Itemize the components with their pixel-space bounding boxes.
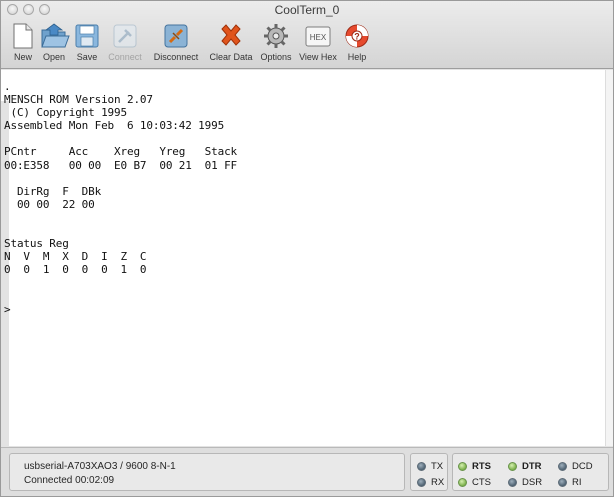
svg-text:HEX: HEX [310,33,327,42]
data-indicators: TX RX [410,453,448,491]
toolbar: New Open Save Connect Disconnect Clear D… [10,22,375,68]
rx-label: RX [431,476,445,488]
connect-button[interactable]: Connect [105,22,145,63]
gear-icon [262,22,290,50]
cts-led-icon [458,477,467,487]
cts-label: CTS [472,476,491,488]
terminal-scrollbar[interactable] [605,70,613,446]
terminal-line: Status Reg [4,237,69,251]
port-settings-text: usbserial-A703XAO3 / 9600 8-N-1 [24,461,176,472]
terminal-line: . [4,80,11,93]
options-button[interactable]: Options [258,22,294,63]
connection-timer-text: Connected 00:02:09 [24,475,115,486]
open-button[interactable]: Open [39,22,70,63]
rts-led-icon[interactable] [458,461,467,471]
tx-led-icon [417,461,426,471]
terminal-line: MENSCH ROM Version 2.07 [4,93,153,107]
connection-info: usbserial-A703XAO3 / 9600 8-N-1 Connecte… [9,453,405,491]
terminal-line: > [4,302,11,316]
rts-label: RTS [472,460,491,472]
new-document-icon [9,22,37,50]
clear-x-icon [217,22,245,50]
dsr-label: DSR [522,476,543,488]
new-button[interactable]: New [10,22,36,63]
lifebuoy-icon: ? [343,22,371,50]
terminal-line: Assembled Mon Feb 6 10:03:42 1995 [4,119,225,133]
connect-plug-icon [111,22,139,50]
disconnect-plug-icon [162,22,190,50]
ri-led-icon [558,477,567,487]
view-hex-button[interactable]: HEX View Hex [297,22,339,63]
status-bar: usbserial-A703XAO3 / 9600 8-N-1 Connecte… [1,447,613,496]
terminal-line: 0 0 1 0 0 0 1 0 [4,263,147,277]
terminal-line: 00:E358 00 00 E0 B7 00 21 01 FF [4,158,238,172]
coolterm-window: CoolTerm_0 New Open Save Connect Disconn… [0,0,614,497]
line-indicators: RTS DTR DCD CTS DSR RI [452,453,609,491]
terminal-line: DirRg F DBk [4,184,102,198]
rx-led-icon [417,477,426,487]
terminal-line: N V M X D I Z C [4,250,147,264]
terminal-line: 00 00 22 00 [4,197,95,211]
ri-label: RI [572,476,582,488]
hex-icon: HEX [304,22,332,50]
disconnect-button[interactable]: Disconnect [148,22,204,63]
dsr-led-icon [508,477,517,487]
save-button[interactable]: Save [72,22,102,63]
dcd-led-icon [558,461,567,471]
terminal-line: PCntr Acc Xreg Yreg Stack [4,145,238,159]
terminal-output[interactable]: . MENSCH ROM Version 2.07 (C) Copyright 1… [4,80,600,316]
window-title: CoolTerm_0 [274,3,340,17]
dtr-label: DTR [522,460,542,472]
svg-text:?: ? [354,32,360,42]
dtr-led-icon[interactable] [508,461,517,471]
clear-data-button[interactable]: Clear Data [207,22,255,63]
help-button[interactable]: ? Help [342,22,372,63]
terminal-line: (C) Copyright 1995 [4,106,127,120]
dcd-label: DCD [572,460,593,472]
open-folder-icon [40,22,70,50]
save-floppy-icon [73,22,101,50]
tx-label: TX [431,460,444,472]
window-titlebar-toolbar: CoolTerm_0 New Open Save Connect Disconn… [1,1,613,69]
